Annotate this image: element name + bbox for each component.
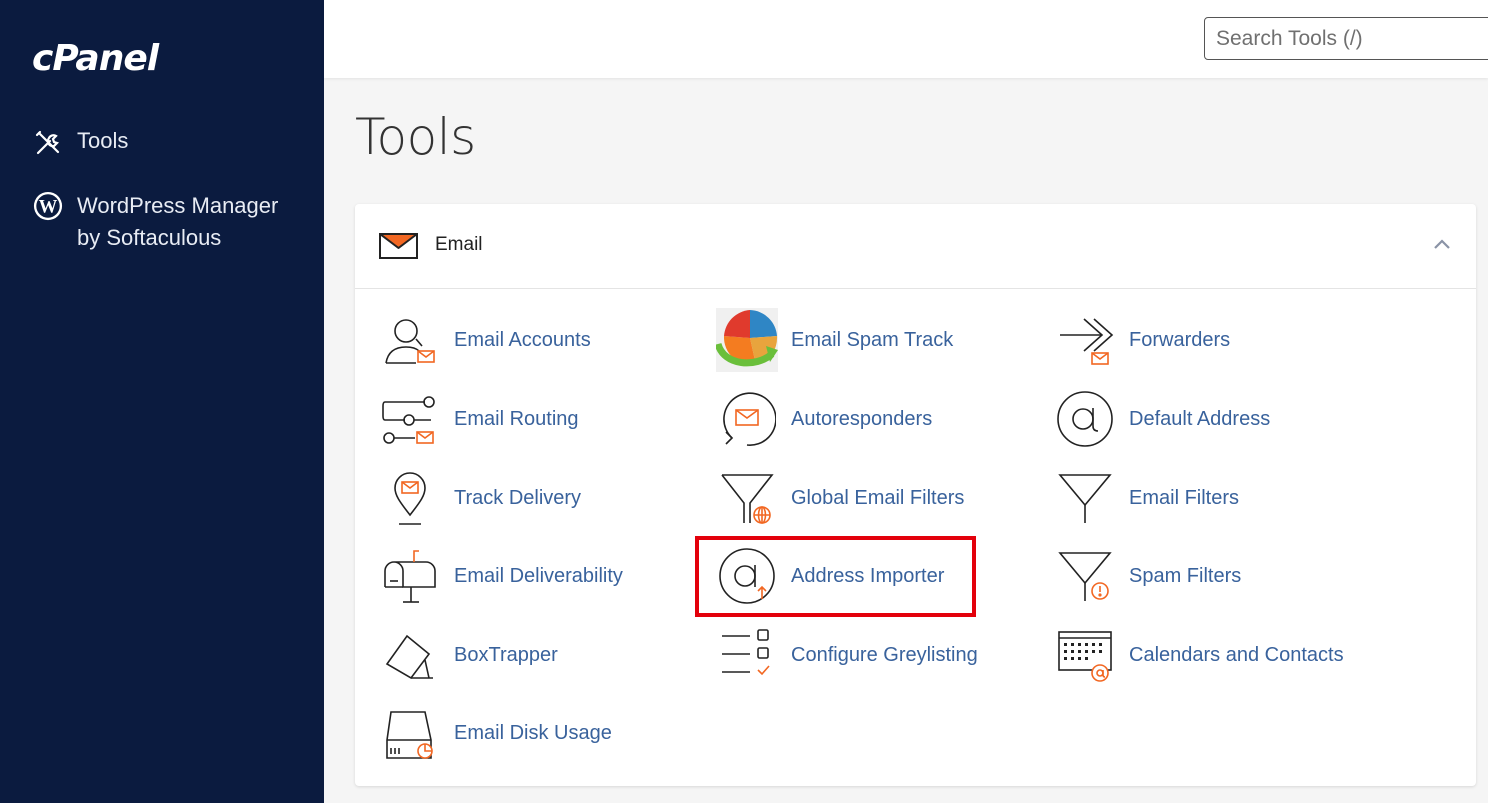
tool-calendars-and-contacts[interactable]: Calendars and Contacts bbox=[1054, 623, 1344, 687]
search-tools-input[interactable] bbox=[1204, 17, 1488, 60]
tool-label: Autoresponders bbox=[791, 407, 933, 430]
tool-email-filters[interactable]: Email Filters bbox=[1054, 466, 1239, 530]
email-section-header[interactable]: Email bbox=[355, 204, 1476, 289]
tool-label: Email Accounts bbox=[454, 328, 591, 351]
wordpress-icon: W bbox=[33, 191, 63, 221]
sidebar-item-label: WordPress Manager by Softaculous bbox=[77, 193, 279, 250]
mailbox-icon bbox=[379, 544, 441, 608]
tool-label: Forwarders bbox=[1129, 328, 1231, 351]
chevron-up-icon[interactable] bbox=[1432, 234, 1452, 259]
svg-text:W: W bbox=[39, 197, 58, 218]
tool-default-address[interactable]: Default Address bbox=[1054, 387, 1270, 451]
tool-configure-greylisting[interactable]: Configure Greylisting bbox=[716, 623, 978, 687]
tool-label: Track Delivery bbox=[454, 486, 582, 509]
routing-icon bbox=[379, 387, 441, 451]
tool-track-delivery[interactable]: Track Delivery bbox=[379, 466, 581, 530]
tool-forwarders[interactable]: Forwarders bbox=[1054, 308, 1230, 372]
tool-label: Default Address bbox=[1129, 407, 1271, 430]
pie-chart-arrow-icon bbox=[716, 308, 778, 372]
sidebar-item-tools[interactable]: Tools bbox=[33, 128, 128, 158]
tool-label: Spam Filters bbox=[1129, 564, 1242, 587]
at-upload-icon bbox=[716, 544, 778, 608]
tool-autoresponders[interactable]: Autoresponders bbox=[716, 387, 932, 451]
tool-email-routing[interactable]: Email Routing bbox=[379, 387, 579, 451]
section-title: Email bbox=[435, 234, 483, 255]
tool-spam-filters[interactable]: Spam Filters bbox=[1054, 544, 1241, 608]
envelope-icon bbox=[379, 231, 419, 266]
at-sign-icon bbox=[1054, 387, 1116, 451]
sidebar-item-wordpress-manager[interactable]: W WordPress Manager by Softaculous bbox=[33, 190, 293, 254]
tool-email-disk-usage[interactable]: Email Disk Usage bbox=[379, 701, 612, 765]
tools-icon bbox=[33, 128, 63, 158]
boxtrapper-icon bbox=[379, 623, 441, 687]
location-pin-icon bbox=[379, 466, 441, 530]
forward-arrow-icon bbox=[1054, 308, 1116, 372]
tool-global-email-filters[interactable]: Global Email Filters bbox=[716, 466, 964, 530]
tool-label: Email Routing bbox=[454, 407, 579, 430]
email-section-card: Email Email Accounts Email Routing Track… bbox=[355, 204, 1476, 786]
page-title: Tools bbox=[355, 108, 476, 166]
tool-boxtrapper[interactable]: BoxTrapper bbox=[379, 623, 558, 687]
calendar-icon bbox=[1054, 623, 1116, 687]
cpanel-logo[interactable]: cPanel bbox=[32, 38, 159, 79]
tool-email-spam-track[interactable]: Email Spam Track bbox=[716, 308, 953, 372]
sidebar-item-label: Tools bbox=[77, 128, 129, 153]
tool-label: Calendars and Contacts bbox=[1129, 643, 1344, 666]
top-bar bbox=[324, 0, 1488, 78]
filter-globe-icon bbox=[716, 466, 778, 530]
disk-usage-icon bbox=[379, 701, 441, 765]
tool-label: Email Filters bbox=[1129, 486, 1240, 509]
tool-label: Configure Greylisting bbox=[791, 643, 978, 666]
tool-label: Email Spam Track bbox=[791, 328, 954, 351]
tool-email-accounts[interactable]: Email Accounts bbox=[379, 308, 591, 372]
filter-icon bbox=[1054, 466, 1116, 530]
tool-label: Email Deliverability bbox=[454, 564, 623, 587]
tool-label: Email Disk Usage bbox=[454, 721, 612, 744]
tool-label: Address Importer bbox=[791, 564, 945, 587]
tool-label: BoxTrapper bbox=[454, 643, 558, 666]
tool-address-importer[interactable]: Address Importer bbox=[716, 544, 944, 608]
autoresponder-icon bbox=[716, 387, 778, 451]
tool-email-deliverability[interactable]: Email Deliverability bbox=[379, 544, 623, 608]
tool-label: Global Email Filters bbox=[791, 486, 965, 509]
sidebar: cPanel Tools W WordPress Manager by Soft… bbox=[0, 0, 324, 803]
user-email-icon bbox=[379, 308, 441, 372]
checklist-icon bbox=[716, 623, 778, 687]
filter-warning-icon bbox=[1054, 544, 1116, 608]
